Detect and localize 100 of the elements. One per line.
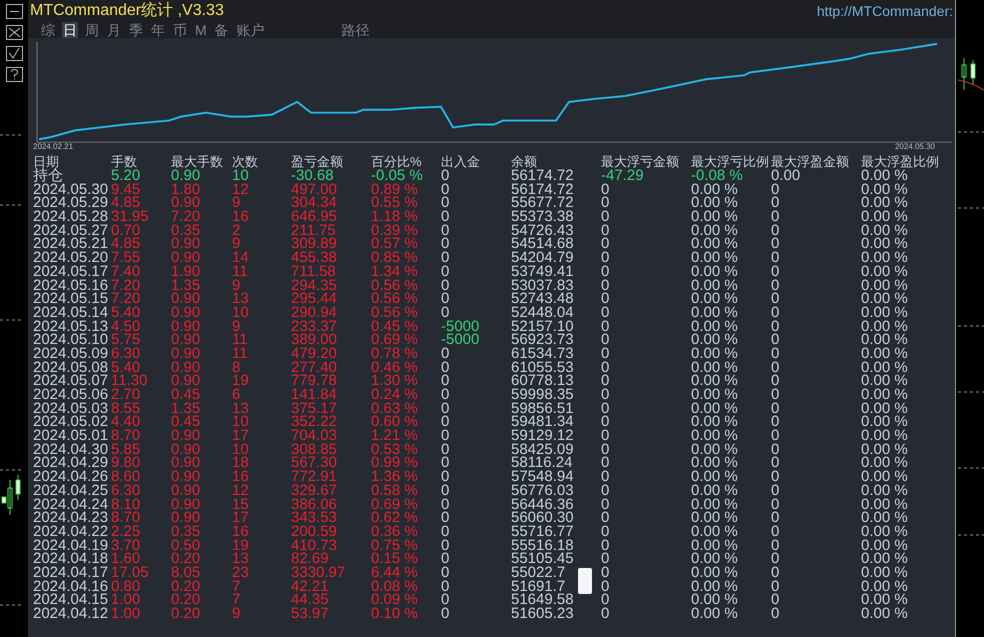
table-cell: 141.84 bbox=[291, 388, 337, 402]
table-cell: 0.57 % bbox=[371, 237, 418, 252]
table-cell: 0.90 bbox=[171, 169, 200, 183]
table-cell: 4.50 bbox=[111, 320, 140, 334]
column-header: 最大浮亏金额 bbox=[601, 154, 679, 169]
table-cell: 0 bbox=[441, 210, 450, 224]
table-cell: 2024.05.02 bbox=[33, 415, 108, 430]
table-cell: 0 bbox=[771, 224, 780, 238]
table-cell: 16 bbox=[232, 210, 249, 224]
table-cell: 2024.05.30 bbox=[33, 182, 108, 196]
table-cell: 2024.04.24 bbox=[33, 498, 108, 512]
table-cell: 0 bbox=[441, 264, 450, 279]
table-cell: 704.03 bbox=[291, 429, 337, 443]
table-cell: 2024.05.14 bbox=[33, 306, 108, 320]
table-cell: 0 bbox=[771, 511, 780, 525]
table-cell: 0.45 bbox=[171, 415, 200, 430]
table-cell: 2024.05.07 bbox=[33, 374, 108, 388]
tab[interactable]: 月 bbox=[106, 22, 122, 38]
table-cell: 8 bbox=[232, 360, 240, 374]
table-cell: 1.18 % bbox=[371, 210, 418, 224]
tab[interactable]: 日 bbox=[62, 22, 78, 38]
table-cell: 11 bbox=[232, 264, 248, 279]
table-cell: 59481.34 bbox=[511, 415, 574, 430]
tab[interactable]: 季 bbox=[128, 22, 144, 38]
table-cell: 1.36 % bbox=[371, 470, 418, 484]
table-cell: 2024.05.16 bbox=[33, 278, 108, 292]
table-cell: 0.00 % bbox=[861, 278, 908, 292]
table-cell: 3330.97 bbox=[291, 566, 346, 580]
table-cell: 0 bbox=[601, 360, 610, 374]
table-cell: 0 bbox=[601, 182, 610, 196]
table-cell: 0.00 % bbox=[691, 552, 738, 566]
table-cell: 0 bbox=[601, 566, 610, 580]
table-cell: 294.35 bbox=[291, 278, 337, 292]
tab[interactable]: 币 bbox=[172, 22, 188, 38]
table-cell: 0.10 % bbox=[371, 607, 418, 621]
table-cell: 0.20 bbox=[171, 593, 200, 608]
table-cell: 0 bbox=[771, 456, 780, 470]
table-cell: -5000 bbox=[441, 320, 480, 334]
table-cell: 0.90 bbox=[171, 374, 200, 388]
table-cell: 5.40 bbox=[111, 360, 140, 374]
table-cell: 0 bbox=[601, 224, 610, 238]
table-cell: 持仓 bbox=[33, 169, 63, 183]
tab[interactable]: 周 bbox=[84, 22, 100, 38]
tab[interactable]: 账户 bbox=[236, 22, 266, 38]
table-cell: 0.00 % bbox=[861, 388, 908, 402]
table-cell: 0 bbox=[601, 442, 610, 456]
table-cell: 53749.41 bbox=[511, 264, 574, 279]
tab[interactable]: M bbox=[194, 22, 208, 38]
tab[interactable]: 年 bbox=[150, 22, 166, 38]
column-header: 手数 bbox=[111, 154, 137, 169]
table-cell: 14 bbox=[232, 251, 249, 265]
table-cell: 0.00 % bbox=[691, 251, 738, 265]
table-cell: 0.00 % bbox=[861, 333, 908, 347]
table-cell: 0 bbox=[441, 442, 450, 456]
table-cell: 0.00 % bbox=[861, 470, 908, 484]
table-cell: 0 bbox=[601, 470, 610, 484]
table-cell: 55677.72 bbox=[511, 196, 574, 210]
table-cell: 0 bbox=[771, 278, 780, 292]
table-cell: 0 bbox=[771, 346, 780, 361]
table-cell: 0 bbox=[771, 442, 780, 456]
table-cell: 0 bbox=[771, 498, 780, 512]
table-cell: 0.00 % bbox=[691, 237, 738, 252]
tab[interactable]: 综 bbox=[40, 22, 56, 38]
table-cell: 44.35 bbox=[291, 593, 329, 608]
help-icon[interactable] bbox=[6, 67, 22, 82]
table-cell: 56174.72 bbox=[511, 169, 574, 183]
table-cell: 0.90 bbox=[171, 306, 200, 320]
tab[interactable]: 路径 bbox=[342, 22, 370, 38]
table-cell: 0 bbox=[771, 607, 780, 621]
table-cell: 0 bbox=[771, 210, 780, 224]
table-cell: 0 bbox=[601, 278, 610, 292]
table-cell: 0.00 % bbox=[861, 402, 908, 416]
table-cell: 6.44 % bbox=[371, 566, 418, 580]
table-cell: 7 bbox=[232, 593, 240, 608]
table-cell: 12 bbox=[232, 182, 249, 196]
table-cell: 0 bbox=[601, 388, 610, 402]
table-cell: 0 bbox=[771, 333, 780, 347]
column-header: 最大手数 bbox=[171, 154, 223, 169]
checkmark-icon[interactable] bbox=[6, 46, 22, 61]
table-cell: 772.91 bbox=[291, 470, 337, 484]
table-cell: 4.85 bbox=[111, 237, 140, 252]
table-cell: 0 bbox=[771, 402, 780, 416]
table-cell: 304.34 bbox=[291, 196, 337, 210]
table-cell: 0 bbox=[441, 524, 450, 539]
table-cell: -47.29 bbox=[601, 169, 644, 183]
table-cell: 0 bbox=[601, 251, 610, 265]
table-cell: -5000 bbox=[441, 333, 480, 347]
table-cell: 0.90 bbox=[171, 251, 200, 265]
tab[interactable]: 备 bbox=[214, 22, 230, 38]
table-cell: 0.00 % bbox=[691, 264, 738, 279]
table-cell: 2024.04.25 bbox=[33, 484, 108, 498]
table-cell: 0.00 % bbox=[691, 484, 738, 498]
axis-label: 2024.02.21 bbox=[33, 142, 74, 151]
table-cell: 7.20 bbox=[111, 278, 140, 292]
table-cell: 233.37 bbox=[291, 320, 337, 334]
table-cell: 0.53 % bbox=[371, 442, 418, 456]
table-cell: 2024.05.03 bbox=[33, 402, 108, 416]
table-cell: 352.22 bbox=[291, 415, 337, 430]
website-link[interactable]: http://MTCommander: bbox=[816, 0, 953, 22]
table-cell: 2024.05.28 bbox=[33, 210, 108, 224]
